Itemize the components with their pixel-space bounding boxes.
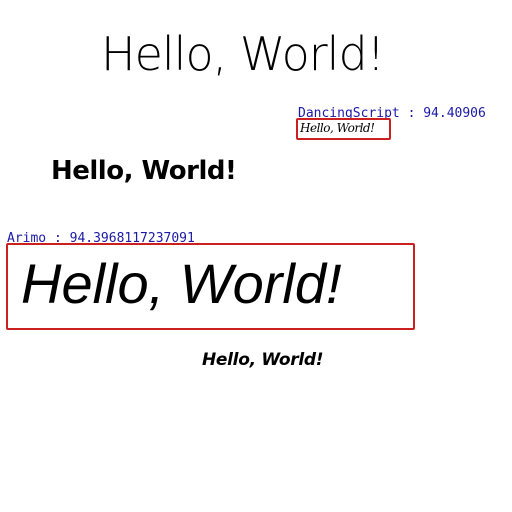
hello-world-italic-small-text: Hello, World! [202,350,324,370]
hello-world-italic-large-text: Hello, World! [21,252,342,315]
hello-world-light-text: Hello, World! [101,27,385,81]
hello-world-bold-text: Hello, World! [51,156,237,186]
hello-world-script-text: Hello, World! [300,121,375,135]
